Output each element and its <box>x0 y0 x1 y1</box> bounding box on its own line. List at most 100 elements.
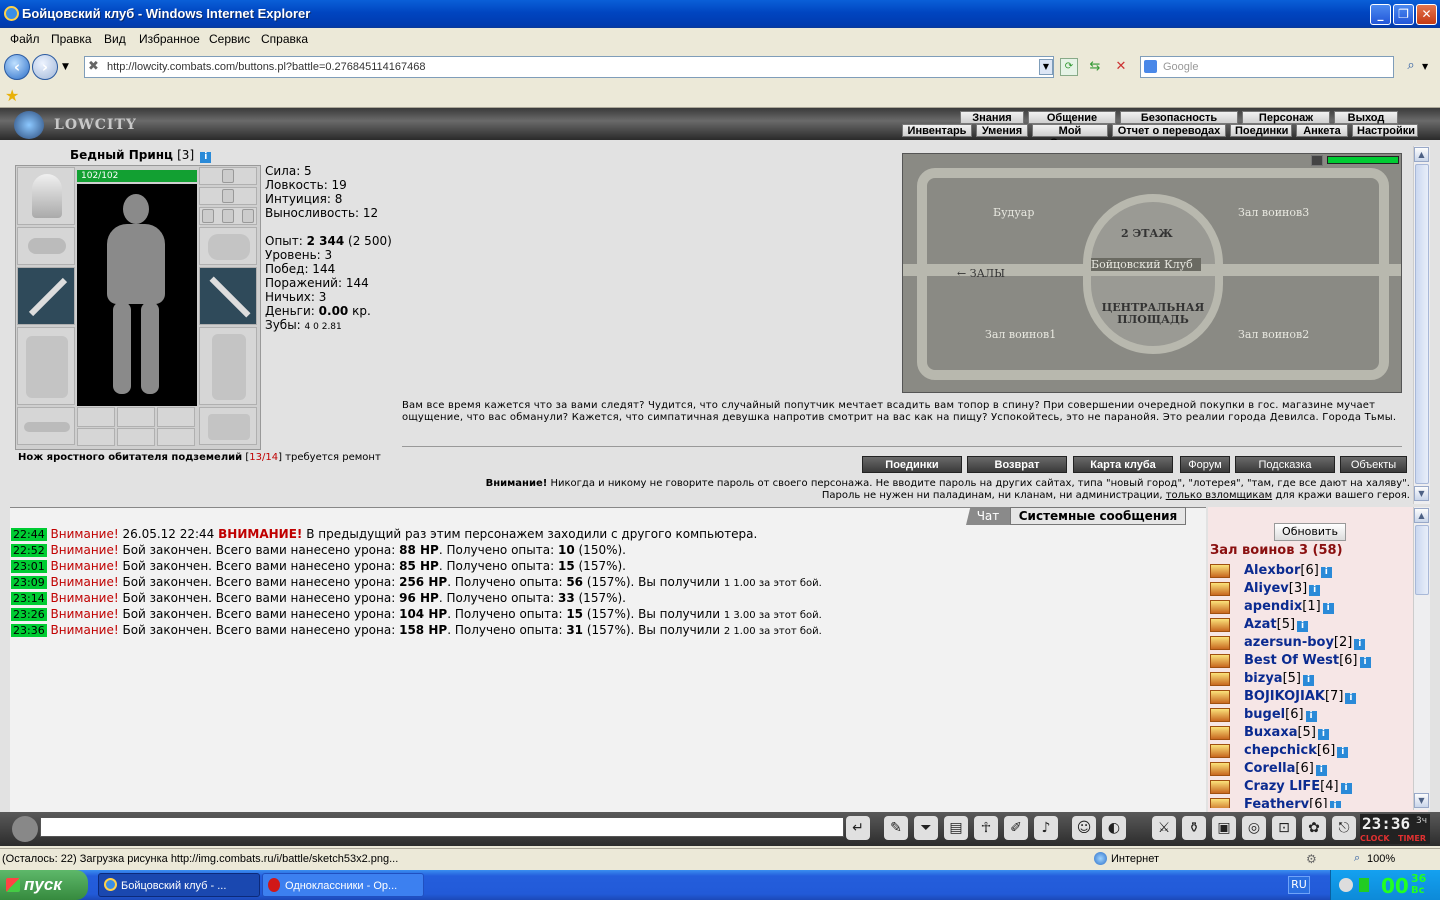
nav-settings[interactable]: Настройки <box>1352 124 1418 137</box>
message-time[interactable]: 23:09 <box>11 576 47 589</box>
forum-button[interactable]: Форум <box>1180 456 1230 473</box>
user-name[interactable]: bugel <box>1244 707 1285 722</box>
user-name[interactable]: apendix <box>1244 599 1302 614</box>
menu-file[interactable]: Файл <box>10 32 40 46</box>
belt-slot[interactable] <box>17 407 75 445</box>
message-time[interactable]: 23:01 <box>11 560 47 573</box>
helmet-menu-icon[interactable]: ◎ <box>1242 816 1266 840</box>
gloves-slot[interactable] <box>199 227 257 265</box>
compat-view-icon[interactable]: ⟳ <box>1060 58 1078 76</box>
private-message-icon[interactable] <box>1210 653 1230 668</box>
amulet-slot[interactable] <box>199 187 257 205</box>
user-row[interactable]: apendix[1] i <box>1210 599 1334 614</box>
scroll-thumb[interactable] <box>1415 525 1429 595</box>
character-name[interactable]: Бедный Принц <box>70 148 173 162</box>
address-dropdown-icon[interactable]: ▼ <box>1039 59 1053 75</box>
nav-profile[interactable]: Анкета <box>1296 124 1348 137</box>
bracers-slot[interactable] <box>17 227 75 265</box>
refresh-icon[interactable]: ⇆ <box>1086 58 1104 76</box>
nav-character[interactable]: Персонаж <box>1242 111 1330 124</box>
user-info-icon[interactable]: i <box>1322 603 1334 614</box>
user-info-icon[interactable]: i <box>1297 621 1309 632</box>
user-name[interactable]: Azat <box>1244 617 1277 632</box>
main-scrollbar[interactable]: ▲ ▼ <box>1413 146 1430 504</box>
private-message-icon[interactable] <box>1210 779 1230 794</box>
message-time[interactable]: 22:52 <box>11 544 47 557</box>
menu-help[interactable]: Справка <box>261 32 308 46</box>
taskbar-item-opera[interactable]: Одноклассники - Ор... <box>262 873 424 897</box>
rune-slot-2[interactable] <box>117 428 155 446</box>
user-name[interactable]: Corella <box>1244 761 1295 776</box>
private-message-icon[interactable] <box>1210 725 1230 740</box>
start-button[interactable]: пуск <box>0 870 88 900</box>
sound-icon[interactable]: ♪ <box>1034 816 1058 840</box>
menu-favorites[interactable]: Избранное <box>139 32 200 46</box>
user-info-icon[interactable]: i <box>1317 729 1329 740</box>
user-name[interactable]: BOJIKOJIAK <box>1244 689 1325 704</box>
user-row[interactable]: Aliyev[3] i <box>1210 581 1321 596</box>
nav-battles[interactable]: Поединки <box>1230 124 1292 137</box>
private-message-icon[interactable] <box>1210 581 1230 596</box>
forward-button[interactable]: › <box>32 54 58 80</box>
user-info-icon[interactable]: i <box>1303 675 1314 686</box>
private-message-icon[interactable] <box>1210 689 1230 704</box>
zoom-level[interactable]: 100% <box>1367 853 1395 865</box>
message-time[interactable]: 23:14 <box>11 592 47 605</box>
user-info-icon[interactable]: i <box>1337 747 1349 758</box>
user-row[interactable]: azersun-boy[2] i <box>1210 635 1366 650</box>
maximize-button[interactable]: ❐ <box>1393 4 1414 25</box>
map-label-hall3[interactable]: Зал воинов3 <box>1238 206 1309 219</box>
user-info-icon[interactable]: i <box>1354 639 1366 650</box>
map-label-halls[interactable]: ← ЗАЛЫ <box>957 267 1005 280</box>
back-button[interactable]: ‹ <box>4 54 30 80</box>
scroll-up-icon[interactable]: ▲ <box>1414 147 1429 162</box>
user-info-icon[interactable]: i <box>1309 585 1321 596</box>
ring-locked-slots[interactable] <box>199 207 257 225</box>
combat-icon[interactable]: ⚔ <box>1152 816 1176 840</box>
message-time[interactable]: 23:26 <box>11 608 47 621</box>
tab-chat[interactable]: Чат <box>966 507 1010 525</box>
weapon-left-slot[interactable] <box>17 267 75 325</box>
chest-icon[interactable]: ▣ <box>1212 816 1236 840</box>
favorites-star-icon[interactable]: ★ <box>5 86 19 105</box>
user-name[interactable]: Aliyev <box>1244 581 1289 596</box>
user-row[interactable]: Azat[5] i <box>1210 617 1309 632</box>
user-info-icon[interactable]: i <box>1359 657 1371 668</box>
nav-communication[interactable]: Общение <box>1028 111 1116 124</box>
protected-mode-icon[interactable]: ⚙ <box>1306 852 1317 866</box>
private-message-icon[interactable] <box>1210 761 1230 776</box>
map-label-club[interactable]: Бойцовский Клуб <box>1091 258 1201 271</box>
user-name[interactable]: Best Of West <box>1244 653 1339 668</box>
user-row[interactable]: Corella[6] i <box>1210 761 1327 776</box>
user-info-icon[interactable]: i <box>1320 567 1332 578</box>
nav-security[interactable]: Безопасность <box>1120 111 1238 124</box>
user-name[interactable]: Alexbor <box>1244 563 1300 578</box>
map-label-square[interactable]: ЦЕНТРАЛЬНАЯ ПЛОЩАДЬ <box>1099 302 1207 326</box>
private-message-icon[interactable] <box>1210 797 1230 808</box>
user-row[interactable]: Buxaxa[5] i <box>1210 725 1329 740</box>
user-name[interactable]: bizya <box>1244 671 1283 686</box>
private-message-icon[interactable] <box>1210 617 1230 632</box>
map-label-hall1[interactable]: Зал воинов1 <box>985 328 1056 341</box>
user-info-icon[interactable]: i <box>1305 711 1317 722</box>
private-message-icon[interactable] <box>1210 599 1230 614</box>
user-info-icon[interactable]: i <box>1340 783 1352 794</box>
club-map-button[interactable]: Карта клуба <box>1073 456 1173 473</box>
user-row[interactable]: Crazy LIFE[4] i <box>1210 779 1352 794</box>
tab-system-messages[interactable]: Системные сообщения <box>1010 507 1186 525</box>
stop-icon[interactable]: ✕ <box>1112 58 1130 76</box>
user-row[interactable]: chepchick[6] i <box>1210 743 1349 758</box>
save-log-icon[interactable]: ▤ <box>944 816 968 840</box>
scroll-down-icon[interactable]: ▼ <box>1414 793 1429 808</box>
user-info-icon[interactable]: i <box>1329 801 1341 808</box>
menu-view[interactable]: Вид <box>104 32 126 46</box>
user-row[interactable]: Feathery[6] i <box>1210 797 1341 808</box>
nav-my-scroll[interactable]: Мой Скролл <box>1032 124 1108 149</box>
item-name[interactable]: Нож яростного обитателя подземелий <box>18 452 242 463</box>
user-row[interactable]: Best Of West[6] i <box>1210 653 1371 668</box>
user-row[interactable]: bizya[5] i <box>1210 671 1314 686</box>
user-name[interactable]: Buxaxa <box>1244 725 1297 740</box>
close-button[interactable]: ✕ <box>1416 4 1437 25</box>
duels-button[interactable]: Поединки <box>862 456 962 473</box>
mask-icon[interactable]: ◐ <box>1102 816 1126 840</box>
